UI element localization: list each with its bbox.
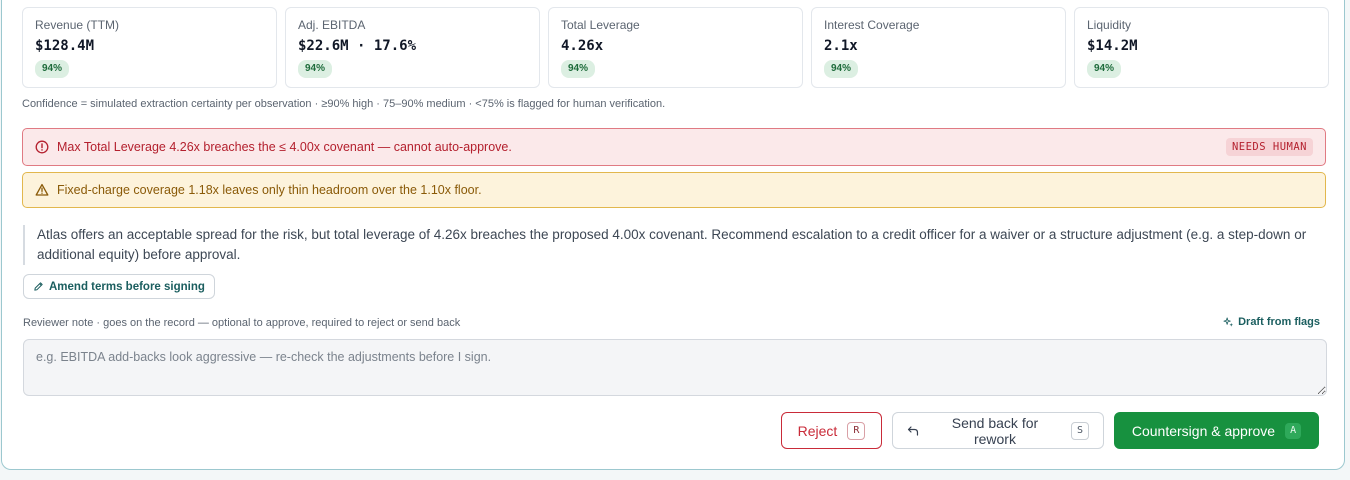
pencil-icon	[34, 282, 43, 291]
alert-text: Fixed-charge coverage 1.18x leaves only …	[57, 183, 482, 197]
undo-arrow-icon	[907, 425, 919, 436]
decision-actions: Reject R Send back for rework S Counters…	[781, 412, 1319, 449]
alert-circle-icon	[35, 140, 49, 154]
draft-from-flags-label: Draft from flags	[1238, 316, 1320, 328]
reject-button[interactable]: Reject R	[781, 412, 882, 449]
metric-card-adj-ebitda: Adj. EBITDA $22.6M · 17.6% 94%	[285, 7, 540, 88]
send-back-button[interactable]: Send back for rework S	[892, 412, 1104, 449]
sparkle-icon	[1223, 317, 1234, 327]
approve-label: Countersign & approve	[1131, 422, 1276, 439]
metric-card-revenue: Revenue (TTM) $128.4M 94%	[22, 7, 277, 88]
metric-value: $14.2M	[1087, 38, 1138, 54]
metric-card-interest-coverage: Interest Coverage 2.1x 94%	[811, 7, 1066, 88]
alert-text: Max Total Leverage 4.26x breaches the ≤ …	[57, 140, 512, 154]
coverage-warning-alert: Fixed-charge coverage 1.18x leaves only …	[22, 172, 1326, 208]
send-back-label: Send back for rework	[951, 414, 1039, 447]
metric-card-liquidity: Liquidity $14.2M 94%	[1074, 7, 1329, 88]
metric-value: $22.6M · 17.6%	[298, 38, 417, 54]
reject-label: Reject	[797, 422, 838, 439]
metric-label: Total Leverage	[561, 18, 640, 32]
metrics-row: Revenue (TTM) $128.4M 94% Adj. EBITDA $2…	[22, 7, 1329, 88]
confidence-badge: 94%	[35, 60, 70, 78]
confidence-badge: 94%	[1087, 60, 1122, 78]
metric-value: $128.4M	[35, 38, 95, 54]
confidence-badge: 94%	[298, 60, 333, 78]
reject-shortcut-key: R	[847, 421, 866, 440]
metric-value: 4.26x	[561, 38, 604, 54]
countersign-approve-button[interactable]: Countersign & approve A	[1114, 412, 1319, 449]
recommendation-text: Atlas offers an acceptable spread for th…	[23, 225, 1313, 265]
send-back-shortcut-key: S	[1070, 421, 1089, 440]
review-panel: Revenue (TTM) $128.4M 94% Adj. EBITDA $2…	[1, 0, 1345, 470]
metric-label: Interest Coverage	[824, 18, 920, 32]
confidence-badge: 94%	[824, 60, 859, 78]
metric-label: Revenue (TTM)	[35, 18, 120, 32]
warning-triangle-icon	[35, 183, 49, 196]
metric-card-total-leverage: Total Leverage 4.26x 94%	[548, 7, 803, 88]
amend-terms-label: Amend terms before signing	[49, 280, 205, 293]
amend-terms-button[interactable]: Amend terms before signing	[23, 274, 215, 299]
metric-label: Adj. EBITDA	[298, 18, 366, 32]
covenant-breach-alert: Max Total Leverage 4.26x breaches the ≤ …	[22, 128, 1326, 166]
reviewer-note-textarea[interactable]	[23, 339, 1327, 396]
needs-human-badge: NEEDS HUMAN	[1225, 138, 1313, 156]
approve-shortcut-key: A	[1285, 422, 1302, 439]
confidence-badge: 94%	[561, 60, 596, 78]
reviewer-note-label: Reviewer note · goes on the record — opt…	[23, 317, 461, 329]
metric-value: 2.1x	[824, 38, 858, 54]
confidence-note: Confidence = simulated extraction certai…	[22, 98, 666, 110]
draft-from-flags-button[interactable]: Draft from flags	[1223, 316, 1320, 328]
metric-label: Liquidity	[1087, 18, 1132, 32]
